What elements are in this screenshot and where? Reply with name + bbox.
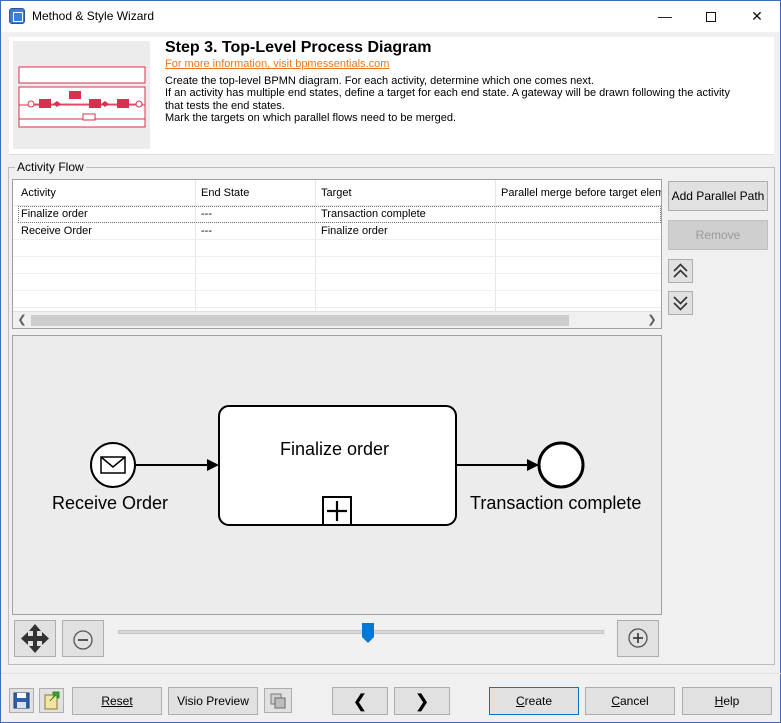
help-button[interactable]: Help — [682, 687, 772, 715]
back-button[interactable]: ❮ — [332, 687, 388, 715]
table-row — [13, 257, 661, 274]
move-up-icon — [673, 263, 688, 278]
minimize-button[interactable]: — — [642, 1, 688, 32]
zoom-in-icon — [628, 628, 648, 648]
table-row[interactable]: Finalize order --- Transaction complete — [13, 206, 661, 223]
pan-button[interactable] — [14, 620, 56, 657]
column-header-parallel-merge[interactable]: Parallel merge before target eleme — [501, 187, 661, 199]
add-parallel-path-button[interactable]: Add Parallel Path — [668, 181, 768, 211]
column-header-target[interactable]: Target — [321, 187, 493, 199]
scrollbar-thumb[interactable] — [31, 315, 569, 326]
copy-icon — [270, 693, 286, 709]
window-title: Method & Style Wizard — [32, 9, 155, 23]
flow-arrowhead — [527, 459, 539, 471]
visio-preview-button[interactable]: Visio Preview — [168, 687, 258, 715]
cancel-label: ancel — [619, 694, 649, 708]
cell-target[interactable]: Finalize order — [321, 225, 388, 237]
flow-arrowhead — [207, 459, 219, 471]
title-bar: Method & Style Wizard — ✕ — [1, 1, 780, 32]
end-event[interactable] — [537, 441, 585, 489]
zoom-out-icon — [73, 630, 93, 650]
task-label: Finalize order — [280, 439, 390, 459]
zoom-slider-track[interactable] — [118, 630, 604, 634]
scroll-left-icon[interactable]: ❮ — [14, 313, 30, 328]
copy-button[interactable] — [264, 688, 292, 713]
envelope-icon — [100, 456, 126, 474]
start-event[interactable] — [90, 442, 136, 488]
cancel-access-key: C — [611, 694, 620, 708]
zoom-in-button[interactable] — [617, 620, 659, 657]
maximize-icon — [706, 12, 716, 23]
cell-end-state: --- — [201, 208, 212, 220]
info-link[interactable]: For more information, visit bpmessential… — [165, 58, 389, 70]
reset-label: Reset — [101, 694, 133, 708]
pan-icon — [21, 624, 49, 653]
move-down-button[interactable] — [668, 291, 693, 315]
create-label: reate — [524, 694, 553, 708]
next-button[interactable]: ❯ — [394, 687, 450, 715]
close-button[interactable]: ✕ — [734, 1, 780, 32]
step-description: Create the top-level BPMN diagram. For e… — [165, 75, 730, 125]
table-row[interactable]: Receive Order --- Finalize order — [13, 223, 661, 240]
activity-flow-table[interactable]: Activity End State Target Parallel merge… — [12, 179, 662, 329]
subprocess-plus-icon — [322, 496, 352, 526]
wizard-window: Method & Style Wizard — ✕ Step 3. Top-Le… — [0, 0, 781, 723]
start-event-label: Receive Order — [52, 493, 169, 513]
maximize-button[interactable] — [688, 1, 734, 32]
table-row — [13, 291, 661, 308]
export-icon — [44, 691, 60, 710]
save-icon — [13, 692, 30, 709]
app-icon — [9, 8, 25, 24]
footer-separator — [1, 673, 781, 674]
create-button[interactable]: Create — [489, 687, 579, 715]
cell-activity: Receive Order — [21, 225, 92, 237]
cancel-button[interactable]: Cancel — [585, 687, 675, 715]
horizontal-scrollbar[interactable]: ❮ ❯ — [13, 311, 661, 328]
cell-activity: Finalize order — [21, 208, 88, 220]
move-up-button[interactable] — [668, 259, 693, 283]
zoom-out-button[interactable] — [62, 620, 104, 657]
export-button[interactable] — [39, 688, 64, 713]
chevron-right-icon: ❯ — [414, 691, 430, 711]
move-down-icon — [673, 296, 688, 311]
help-label: elp — [723, 694, 740, 708]
step-title: Step 3. Top-Level Process Diagram — [165, 39, 432, 56]
create-access-key: C — [515, 694, 525, 708]
scroll-right-icon[interactable]: ❯ — [644, 313, 660, 328]
step-header: Step 3. Top-Level Process Diagram For mo… — [9, 37, 774, 155]
remove-button[interactable]: Remove — [668, 220, 768, 250]
column-header-activity[interactable]: Activity — [21, 187, 191, 199]
zoom-slider-thumb[interactable] — [362, 623, 374, 643]
activity-flow-label: Activity Flow — [15, 160, 86, 174]
chevron-left-icon: ❮ — [352, 691, 368, 711]
cell-target[interactable]: Transaction complete — [321, 208, 426, 220]
table-row — [13, 240, 661, 257]
cell-end-state: --- — [201, 225, 212, 237]
table-header: Activity End State Target Parallel merge… — [13, 180, 661, 206]
end-event-label: Transaction complete — [470, 493, 642, 513]
column-header-end-state[interactable]: End State — [201, 187, 315, 199]
reset-button[interactable]: Reset — [72, 687, 162, 715]
diagram-canvas[interactable]: Finalize order Receive Order Transaction… — [12, 335, 662, 615]
save-button[interactable] — [9, 688, 34, 713]
process-thumbnail-image — [13, 41, 150, 149]
table-row — [13, 274, 661, 291]
